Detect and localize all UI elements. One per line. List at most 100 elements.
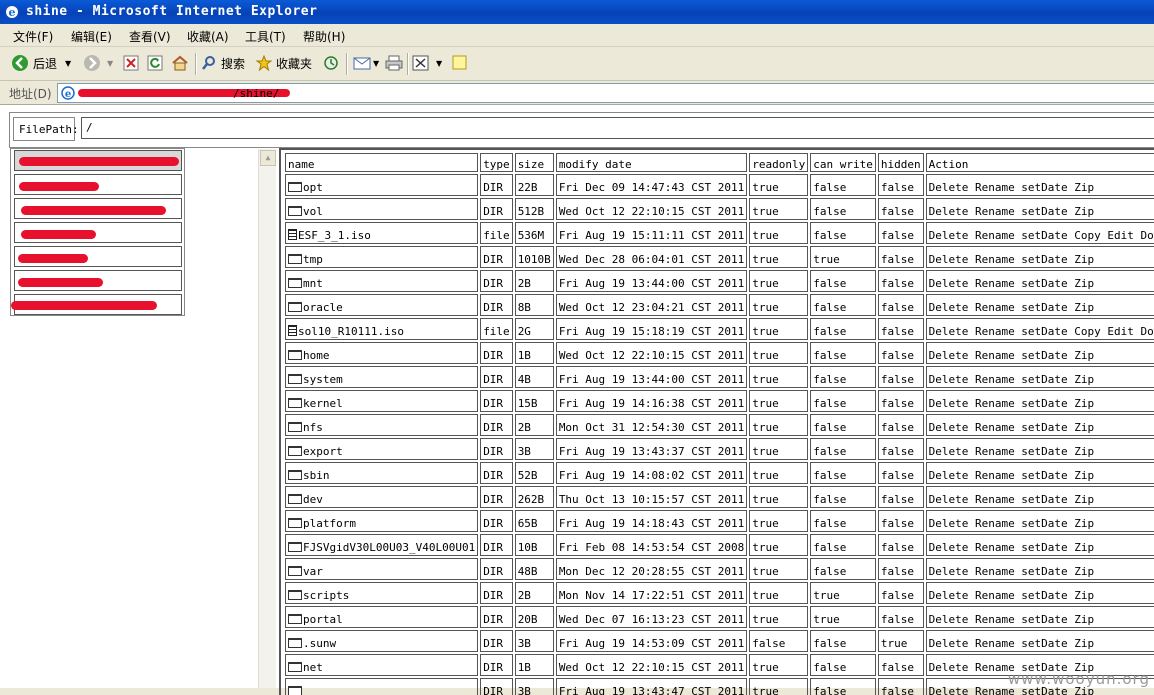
tree-item[interactable] xyxy=(14,198,182,219)
cell-action[interactable]: Delete Rename setDate Zip xyxy=(925,462,1154,484)
file-name-link[interactable]: mnt xyxy=(303,277,323,290)
search-button[interactable]: 搜索 xyxy=(201,53,245,73)
file-name-link[interactable]: opt xyxy=(303,181,323,194)
cell-action[interactable]: Delete Rename setDate Zip xyxy=(925,534,1154,556)
file-name-link[interactable]: scripts xyxy=(303,589,349,602)
menu-favorites[interactable]: 收藏(A) xyxy=(187,28,229,45)
edit-button[interactable]: ▼ xyxy=(412,53,442,73)
cell-action[interactable]: Delete Rename setDate Zip xyxy=(925,630,1154,652)
cell-name[interactable]: sol10_R10111.iso xyxy=(285,318,479,340)
menu-file[interactable]: 文件(F) xyxy=(13,28,53,45)
file-name-link[interactable]: dev xyxy=(303,493,323,506)
cell-name[interactable]: home xyxy=(285,342,479,364)
file-name-link[interactable]: net xyxy=(303,661,323,674)
cell-action[interactable]: Delete Rename setDate Zip xyxy=(925,558,1154,580)
cell-name[interactable]: export xyxy=(285,438,479,460)
file-name-link[interactable]: portal xyxy=(303,613,343,626)
filepath-input[interactable]: / xyxy=(81,117,1154,139)
stop-button[interactable] xyxy=(123,53,139,73)
file-name-link[interactable]: export xyxy=(303,445,343,458)
print-button[interactable] xyxy=(385,53,403,73)
file-name-link[interactable]: ESF_3_1.iso xyxy=(298,229,371,242)
cell-name[interactable]: .sunw xyxy=(285,630,479,652)
cell-readonly: true xyxy=(749,558,809,580)
tree-item[interactable] xyxy=(14,174,182,195)
file-name-link[interactable]: platform xyxy=(303,517,356,530)
cell-action[interactable]: Delete Rename setDate Zip xyxy=(925,342,1154,364)
tree-item[interactable] xyxy=(11,294,182,315)
tree-item[interactable] xyxy=(14,270,182,291)
file-name-link[interactable]: var xyxy=(303,565,323,578)
file-name-link[interactable]: oracle xyxy=(303,301,343,314)
cell-action[interactable]: Delete Rename setDate Zip xyxy=(925,582,1154,604)
cell-name[interactable]: kernel xyxy=(285,390,479,412)
file-name-link[interactable]: .sunw xyxy=(303,637,336,650)
cell-name[interactable]: portal xyxy=(285,606,479,628)
cell-action[interactable]: Delete Rename setDate Zip xyxy=(925,270,1154,292)
cell-name[interactable]: mnt xyxy=(285,270,479,292)
cell-name[interactable]: scripts xyxy=(285,582,479,604)
file-name-link[interactable]: system xyxy=(303,373,343,386)
vertical-scrollbar[interactable]: ▲ xyxy=(258,149,276,688)
tree-item[interactable] xyxy=(14,222,182,243)
menu-tools[interactable]: 工具(T) xyxy=(245,28,286,45)
cell-action[interactable]: Delete Rename setDate Zip xyxy=(925,246,1154,268)
history-button[interactable] xyxy=(322,53,340,73)
file-name-link[interactable]: FJSVgidV30L00U03_V40L00U01 xyxy=(303,541,475,554)
scroll-up-icon[interactable]: ▲ xyxy=(260,150,276,166)
refresh-button[interactable] xyxy=(147,53,163,73)
tree-item[interactable] xyxy=(14,246,182,267)
cell-name[interactable]: var xyxy=(285,558,479,580)
cell-name[interactable]: FJSVgidV30L00U03_V40L00U01 xyxy=(285,534,479,556)
cell-action[interactable]: Delete Rename setDate Zip xyxy=(925,414,1154,436)
cell-name[interactable]: tmp xyxy=(285,246,479,268)
cell-name[interactable]: ESF_3_1.iso xyxy=(285,222,479,244)
menu-help[interactable]: 帮助(H) xyxy=(303,28,345,45)
mail-dropdown-icon[interactable]: ▼ xyxy=(373,59,379,68)
cell-action[interactable]: Delete Rename setDate Zip xyxy=(925,438,1154,460)
cell-name[interactable]: opt xyxy=(285,174,479,196)
cell-action[interactable]: Delete Rename setDate Zip xyxy=(925,174,1154,196)
cell-action[interactable]: Delete Rename setDate Zip xyxy=(925,294,1154,316)
cell-action[interactable]: Delete Rename setDate Zip xyxy=(925,486,1154,508)
file-name-link[interactable]: home xyxy=(303,349,330,362)
cell-action[interactable]: Delete Rename setDate Zip xyxy=(925,198,1154,220)
back-button[interactable]: 后退 ▼ xyxy=(11,53,71,73)
forward-button[interactable]: ▼ xyxy=(83,53,113,73)
file-name-link[interactable]: vol xyxy=(303,205,323,218)
cell-name[interactable]: oracle xyxy=(285,294,479,316)
cell-name[interactable]: platform xyxy=(285,510,479,532)
favorites-button[interactable]: 收藏夹 xyxy=(256,53,312,73)
cell-name[interactable]: sbin xyxy=(285,462,479,484)
cell-action[interactable]: Delete Rename setDate Copy Edit Down xyxy=(925,222,1154,244)
cell-action[interactable]: Delete Rename setDate Copy Edit Down xyxy=(925,318,1154,340)
cell-name[interactable]: system xyxy=(285,366,479,388)
forward-dropdown-icon[interactable]: ▼ xyxy=(107,59,113,68)
tree-item[interactable] xyxy=(14,150,182,171)
file-name-link[interactable]: kernel xyxy=(303,397,343,410)
menu-view[interactable]: 查看(V) xyxy=(129,28,171,45)
cell-name[interactable]: dev xyxy=(285,486,479,508)
cell-action[interactable]: Delete Rename setDate Zip xyxy=(925,390,1154,412)
file-name-link[interactable]: nfs xyxy=(303,421,323,434)
edit-dropdown-icon[interactable]: ▼ xyxy=(436,59,442,68)
discuss-button[interactable] xyxy=(452,53,468,73)
file-name-link[interactable]: sbin xyxy=(303,469,330,482)
folder-icon xyxy=(288,542,302,552)
address-input[interactable]: e /shine/ xyxy=(57,83,1154,103)
mail-button[interactable]: ▼ xyxy=(353,53,379,73)
home-button[interactable] xyxy=(171,53,189,73)
cell-action[interactable]: Delete Rename setDate Zip xyxy=(925,510,1154,532)
cell-name[interactable]: vol xyxy=(285,198,479,220)
cell-action[interactable]: Delete Rename setDate Zip xyxy=(925,366,1154,388)
cell-name[interactable] xyxy=(285,678,479,695)
menu-edit[interactable]: 编辑(E) xyxy=(71,28,112,45)
file-name-link[interactable]: sol10_R10111.iso xyxy=(298,325,404,338)
back-dropdown-icon[interactable]: ▼ xyxy=(65,59,71,68)
cell-name[interactable]: nfs xyxy=(285,414,479,436)
file-name-link[interactable]: tmp xyxy=(303,253,323,266)
cell-action[interactable]: Delete Rename setDate Zip xyxy=(925,606,1154,628)
cell-name[interactable]: net xyxy=(285,654,479,676)
table-row: portal DIR 20B Wed Dec 07 16:13:23 CST 2011… xyxy=(285,606,1154,628)
cell-readonly: true xyxy=(749,534,809,556)
